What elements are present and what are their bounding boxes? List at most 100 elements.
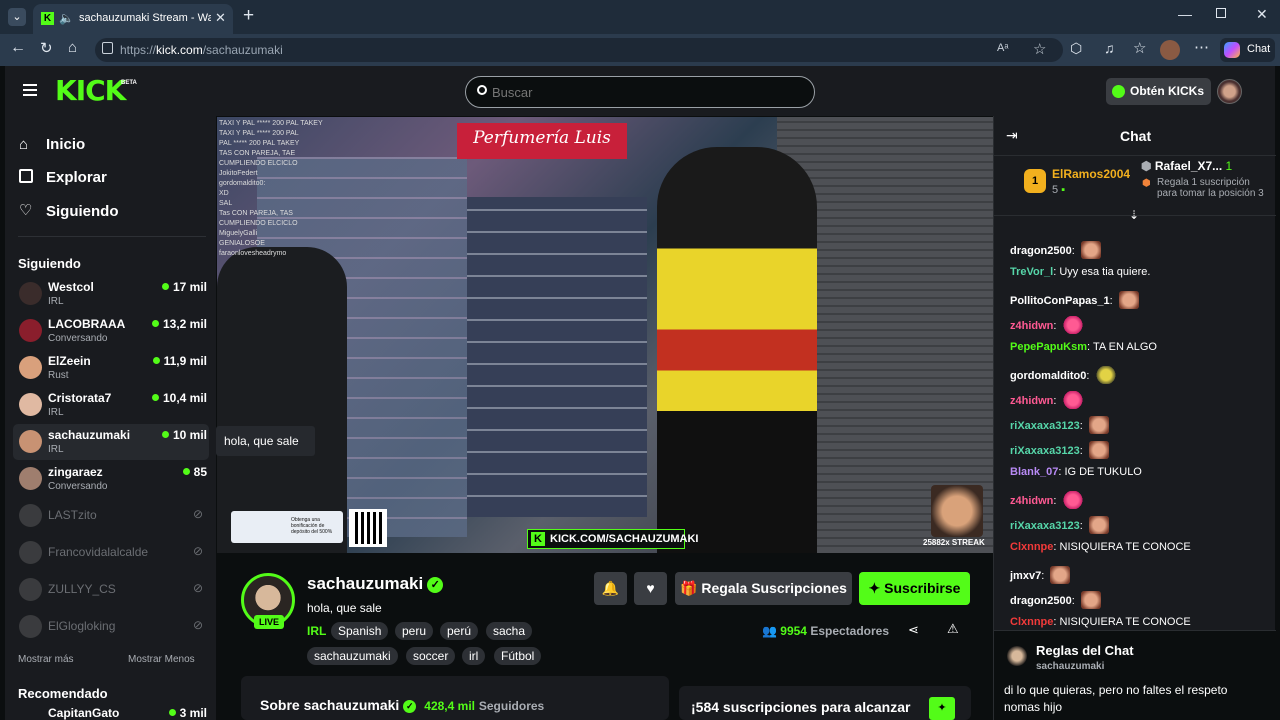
chat-message: z4hidwn: (1010, 391, 1083, 409)
emote-icon (1062, 316, 1083, 334)
minimize-icon[interactable]: — (1178, 6, 1192, 22)
sidebar-tooltip: hola, que sale (216, 426, 315, 456)
kick-favicon-icon: K (41, 12, 54, 25)
user-avatar[interactable] (1217, 79, 1242, 104)
chat-username[interactable]: Blank_07 (1010, 466, 1058, 478)
favorites-icon[interactable]: ☆ (1133, 39, 1146, 57)
profile-avatar[interactable] (1160, 40, 1180, 60)
rules-text-line-2: nomas hijo (1004, 700, 1063, 714)
tag-irl[interactable]: irl (462, 647, 486, 665)
nav-inicio[interactable]: Inicio (46, 136, 85, 153)
chat-username[interactable]: dragon2500 (1010, 245, 1072, 257)
chat-username[interactable]: jmxv7 (1010, 570, 1041, 582)
favorite-star-icon[interactable]: ☆ (1033, 40, 1046, 58)
show-more-link[interactable]: Mostrar más (18, 654, 74, 665)
gift-subs-button[interactable]: 🎁 Regala Suscripciones (675, 572, 852, 605)
subs-goal-button[interactable]: ✦ (929, 697, 955, 720)
chat-username[interactable]: z4hidwn (1010, 495, 1053, 507)
search-input[interactable] (492, 81, 792, 103)
chat-username[interactable]: PollitoConPapas_1 (1010, 295, 1110, 307)
following-item-elglogloking[interactable]: ElGlogloking ⊘ (13, 609, 209, 645)
following-item-lacobraaa[interactable]: LACOBRAAA Conversando 13,2 mil (13, 313, 209, 349)
following-item-zingaraez[interactable]: zingaraez Conversando 85 (13, 461, 209, 497)
following-name: zingaraez (48, 465, 103, 479)
following-heading: Siguiendo (18, 256, 81, 271)
chat-message: Clxnnpe: NISIQUIERA TE CONOCE (1010, 616, 1191, 628)
search-bar[interactable] (465, 76, 815, 108)
tag-peru-accent[interactable]: perú (440, 622, 479, 640)
following-item-cristorata7[interactable]: Cristorata7 IRL 10,4 mil (13, 387, 209, 423)
home-icon[interactable]: ⌂ (68, 39, 77, 56)
read-aloud-icon[interactable]: Aᵃ (997, 42, 1008, 54)
tag-sacha[interactable]: sacha (486, 622, 533, 640)
following-category: IRL (48, 296, 64, 307)
kick-logo[interactable]: KICK (55, 74, 126, 107)
leader-one-name[interactable]: ElRamos2004 (1052, 167, 1130, 181)
chat-username[interactable]: TreVor_l (1010, 266, 1053, 278)
tag-peru[interactable]: peru (395, 622, 434, 640)
nav-siguiendo[interactable]: Siguiendo (46, 203, 119, 220)
chat-username[interactable]: Clxnnpe (1010, 616, 1053, 628)
extensions-icon[interactable]: ⬡ (1070, 40, 1082, 57)
video-scene-streamer (657, 147, 817, 553)
following-item-zullyy-cs[interactable]: ZULLYY_CS ⊘ (13, 572, 209, 608)
window-close-icon[interactable]: ✕ (1256, 6, 1268, 23)
chat-username[interactable]: PepePapuKsm (1010, 341, 1087, 353)
avatar (19, 504, 42, 527)
chat-username[interactable]: z4hidwn (1010, 395, 1053, 407)
site-info-icon[interactable] (102, 42, 113, 54)
chat-username[interactable]: riXaxaxa3123 (1010, 445, 1080, 457)
show-less-link[interactable]: Mostrar Menos (128, 654, 195, 665)
tab-close-icon[interactable]: ✕ (215, 10, 226, 26)
get-kicks-button[interactable]: Obtén KICKs (1106, 78, 1211, 105)
chat-username[interactable]: z4hidwn (1010, 320, 1053, 332)
back-icon[interactable]: ← (10, 39, 26, 57)
nav-explorar[interactable]: Explorar (46, 169, 107, 186)
more-menu-icon[interactable]: ⋯ (1194, 38, 1209, 56)
following-item-francovidalalcalde[interactable]: Francovidalalcalde ⊘ (13, 535, 209, 571)
speaker-icon[interactable]: 🔈 (59, 11, 74, 25)
chat-username[interactable]: riXaxaxa3123 (1010, 420, 1080, 432)
gift-leaderboard: 1 ElRamos2004 5 ▪ ⬢ Rafael_X7... 1 ⬢ Reg… (994, 156, 1276, 222)
collapse-chat-icon[interactable]: ⇥ (1006, 127, 1018, 144)
tag-spanish[interactable]: Spanish (331, 622, 389, 640)
leader-two-name[interactable]: ⬢ Rafael_X7... 1 (1141, 159, 1232, 173)
subscribe-button[interactable]: ✦ Suscribirse (859, 572, 970, 605)
browser-tab[interactable]: K 🔈 sachauzumaki Stream - Watch ✕ (33, 4, 233, 34)
following-item-elzeein[interactable]: ElZeein Rust 11,9 mil (13, 350, 209, 386)
following-item-lastzito[interactable]: LASTzito ⊘ (13, 498, 209, 534)
offline-icon: ⊘ (192, 618, 203, 632)
avatar (19, 467, 42, 490)
follow-heart-button[interactable]: ♥ (634, 572, 667, 605)
hamburger-menu-icon[interactable] (23, 84, 37, 86)
following-category: IRL (48, 444, 64, 455)
new-tab-icon[interactable]: + (243, 5, 254, 27)
tag-sachauzumaki[interactable]: sachauzumaki (307, 647, 398, 665)
chat-username[interactable]: Clxnnpe (1010, 541, 1053, 553)
kicks-coin-icon (1112, 85, 1125, 98)
chat-title: Chat (1120, 128, 1152, 144)
category-link[interactable]: IRL (307, 624, 326, 638)
following-item-sachauzumaki[interactable]: sachauzumaki IRL 10 mil (13, 424, 209, 460)
following-item-westcol[interactable]: Westcol IRL 17 mil (13, 276, 209, 312)
maximize-icon[interactable] (1216, 8, 1226, 18)
tag-futbol[interactable]: Fútbol (494, 647, 542, 665)
share-icon[interactable]: ⋖ (908, 622, 919, 638)
copilot-button[interactable]: Chat (1220, 38, 1275, 62)
following-name: Cristorata7 (48, 391, 112, 405)
channel-name[interactable]: sachauzumaki ✓ (307, 574, 444, 594)
report-warning-icon[interactable]: ⚠ (947, 621, 959, 637)
scroll-down-icon[interactable]: ⇣ (1129, 208, 1139, 222)
media-icon[interactable]: ♫ (1104, 40, 1115, 56)
chat-username[interactable]: riXaxaxa3123 (1010, 520, 1080, 532)
tab-list-chevron-icon[interactable]: ⌄ (8, 8, 26, 26)
notification-bell-button[interactable]: 🔔 (594, 572, 627, 605)
tag-soccer[interactable]: soccer (406, 647, 456, 665)
chat-username[interactable]: gordomaldito0 (1010, 370, 1086, 382)
recommended-item[interactable]: CapitanGato 3 mil (13, 704, 209, 720)
refresh-icon[interactable]: ↻ (40, 39, 53, 57)
address-bar[interactable]: https://kick.com/sachauzumaki Aᵃ ☆ (95, 38, 1063, 62)
chat-username[interactable]: dragon2500 (1010, 595, 1072, 607)
video-player[interactable]: Perfumería Luis TAXI Y PAL ***** 200 PAL… (217, 117, 993, 553)
emote-icon (1088, 416, 1109, 434)
